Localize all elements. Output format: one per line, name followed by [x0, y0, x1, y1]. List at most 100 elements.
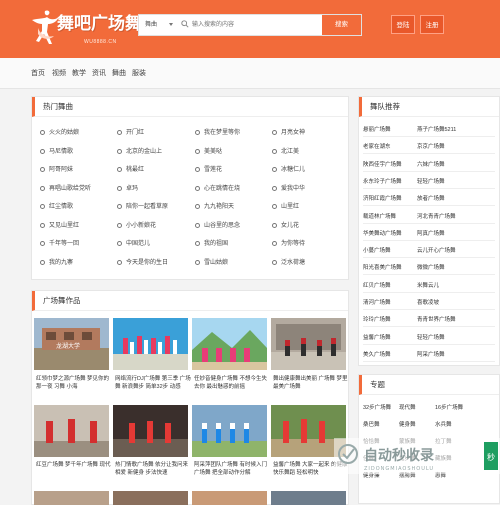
video-thumbnail[interactable] — [34, 405, 109, 457]
team-link[interactable]: 河北青青广场舞 — [417, 212, 456, 220]
watermark-logo: 自动秒收录 ZIDONGMIAOSHOULU 秒 — [334, 438, 500, 474]
topic-link[interactable]: 16步广场舞 — [435, 403, 463, 411]
team-link[interactable]: 轻轻广场舞 — [417, 333, 445, 341]
video-thumbnail[interactable] — [192, 491, 267, 505]
chevron-down-icon — [169, 23, 173, 26]
topic-link[interactable]: 现代舞 — [399, 403, 416, 411]
song-link[interactable]: 马尼情歌 — [40, 146, 73, 155]
register-button[interactable]: 注册 — [420, 15, 444, 34]
song-link[interactable]: 泛水荷塘 — [272, 257, 305, 266]
headphone-icon — [117, 222, 122, 228]
video-caption[interactable]: 热门情歌广场舞 依分让我问来相爱 新健身 步法快速 — [115, 461, 191, 477]
song-link[interactable]: 我的祖国 — [195, 238, 228, 247]
song-link[interactable]: 爱我中华 — [272, 183, 305, 192]
team-link[interactable]: 放者广场舞 — [417, 194, 445, 202]
team-link[interactable]: 小蔓广场舞 — [363, 246, 391, 254]
team-link[interactable]: 济阳红霞广场舞 — [363, 194, 402, 202]
team-link[interactable]: 清河广场舞 — [363, 298, 391, 306]
topic-link[interactable]: 桑巴舞 — [363, 420, 380, 428]
video-thumbnail[interactable]: 龙湖大学 — [34, 318, 109, 370]
song-link[interactable]: 开门红 — [117, 127, 144, 136]
topic-link[interactable]: 健身舞 — [399, 420, 416, 428]
team-link[interactable]: 红贝广场舞 — [363, 281, 391, 289]
video-thumbnail[interactable] — [34, 491, 109, 505]
topic-link[interactable]: 32步广场舞 — [363, 403, 391, 411]
song-link[interactable]: 火火的姑娘 — [40, 127, 79, 136]
song-link[interactable]: 月亮女神 — [272, 127, 305, 136]
song-link[interactable]: 千年等一回 — [40, 238, 79, 247]
team-link[interactable]: 云儿开心广场舞 — [417, 246, 456, 254]
song-link[interactable]: 雪莲花 — [195, 164, 222, 173]
song-link[interactable]: 中国范儿 — [117, 238, 150, 247]
song-link[interactable]: 陪你一起看草原 — [117, 201, 168, 210]
song-link[interactable]: 红尘情歌 — [40, 201, 73, 210]
song-link[interactable]: 山谷里的思念 — [195, 220, 240, 229]
team-link[interactable]: 载道林广场舞 — [363, 212, 396, 220]
team-link[interactable]: 喜歌凌坡 — [417, 298, 439, 306]
team-link[interactable]: 燕子广场舞5211 — [417, 125, 456, 133]
song-link[interactable]: 山里红 — [272, 201, 299, 210]
team-link[interactable]: 微微广场舞 — [417, 263, 445, 271]
video-caption[interactable]: 红领巾梦之源广场舞 梦见你的那一夜 习舞 小海 — [36, 375, 112, 391]
team-link[interactable]: 永东玲子广场舞 — [363, 177, 402, 185]
search-input[interactable] — [192, 15, 312, 35]
team-link[interactable]: 六妹广场舞 — [417, 160, 445, 168]
team-link[interactable]: 老家在湖东 — [363, 142, 391, 150]
song-link[interactable]: 心在跳情在烧 — [195, 183, 240, 192]
song-link[interactable]: 卓玛 — [117, 183, 138, 192]
team-link[interactable]: 阳光喜美广场舞 — [363, 263, 402, 271]
video-thumbnail[interactable] — [113, 318, 188, 370]
team-link[interactable]: 玲玲广场舞 — [363, 315, 391, 323]
song-link[interactable]: 北江美 — [272, 146, 299, 155]
song-title: 今天是你的生日 — [126, 259, 169, 266]
video-caption[interactable]: 任妙音健身广场舞 不想今生失去你 最出魅惑的前摇 — [194, 375, 270, 391]
search-button[interactable]: 搜索 — [322, 15, 361, 35]
song-link[interactable]: 桃最红 — [117, 164, 144, 173]
song-link[interactable]: 美美哒 — [195, 146, 222, 155]
video-thumbnail[interactable] — [271, 318, 346, 370]
video-caption[interactable]: 红豆广场舞 梦千年广场舞 现代 — [36, 461, 112, 469]
team-link[interactable]: 悬丽广场舞 — [363, 125, 391, 133]
video-caption[interactable]: 网络流行DJ广场舞 第三季 广场舞 新浪舞步 简单32步 动感 — [115, 375, 191, 391]
video-thumbnail[interactable] — [271, 491, 346, 505]
song-link[interactable]: 九九艳阳天 — [195, 201, 234, 210]
team-link[interactable]: 米舞云儿 — [417, 281, 439, 289]
song-link[interactable]: 再唱山歌给党听 — [40, 183, 91, 192]
team-link[interactable]: 京京广场舞 — [417, 142, 445, 150]
team-link[interactable]: 美久广场舞 — [363, 350, 391, 358]
team-link[interactable]: 华美舞动广场舞 — [363, 229, 402, 237]
song-link[interactable]: 我的九寨 — [40, 257, 73, 266]
team-link[interactable]: 阿真广场舞 — [417, 229, 445, 237]
team-link[interactable]: 轻轻广场舞 — [417, 177, 445, 185]
song-link[interactable]: 为你等待 — [272, 238, 305, 247]
song-link[interactable]: 又见山里红 — [40, 220, 79, 229]
nav-item-home[interactable]: 首页 — [31, 68, 45, 78]
song-link[interactable]: 女儿花 — [272, 220, 299, 229]
login-button[interactable]: 登陆 — [391, 15, 415, 34]
song-link[interactable]: 雪山姑娘 — [195, 257, 228, 266]
video-thumbnail[interactable] — [192, 405, 267, 457]
video-thumbnail[interactable] — [192, 318, 267, 370]
video-caption[interactable]: 舞出健康舞出美丽 广场舞 梦里 最美广场舞 — [273, 375, 349, 391]
dancer-logo-icon — [32, 10, 59, 44]
site-logo[interactable]: 舞吧广场舞 WU8888.CN — [30, 6, 142, 50]
nav-item-teaching[interactable]: 教学 — [72, 68, 86, 78]
song-link[interactable]: 冰糖仁儿 — [272, 164, 305, 173]
song-link[interactable]: 今天是你的生日 — [117, 257, 168, 266]
video-thumbnail[interactable] — [113, 405, 188, 457]
nav-item-music[interactable]: 舞曲 — [112, 68, 126, 78]
song-link[interactable]: 阿哥阿妹 — [40, 164, 73, 173]
nav-item-video[interactable]: 视频 — [52, 68, 66, 78]
nav-item-news[interactable]: 资讯 — [92, 68, 106, 78]
team-link[interactable]: 青青世界广场舞 — [417, 315, 456, 323]
nav-item-clothing[interactable]: 服装 — [132, 68, 146, 78]
song-link[interactable]: 小小新娘花 — [117, 220, 156, 229]
song-link[interactable]: 我在梦里等你 — [195, 127, 240, 136]
team-link[interactable]: 陕西佳宇广场舞 — [363, 160, 402, 168]
topic-link[interactable]: 水兵舞 — [435, 420, 452, 428]
video-caption[interactable]: 阿采萍团队广场舞 有时候入门广场舞 把全部动作分解 — [194, 461, 270, 477]
team-link[interactable]: 阿采广场舞 — [417, 350, 445, 358]
video-thumbnail[interactable] — [113, 491, 188, 505]
team-link[interactable]: 益馨广场舞 — [363, 333, 391, 341]
song-link[interactable]: 北京的金山上 — [117, 146, 162, 155]
